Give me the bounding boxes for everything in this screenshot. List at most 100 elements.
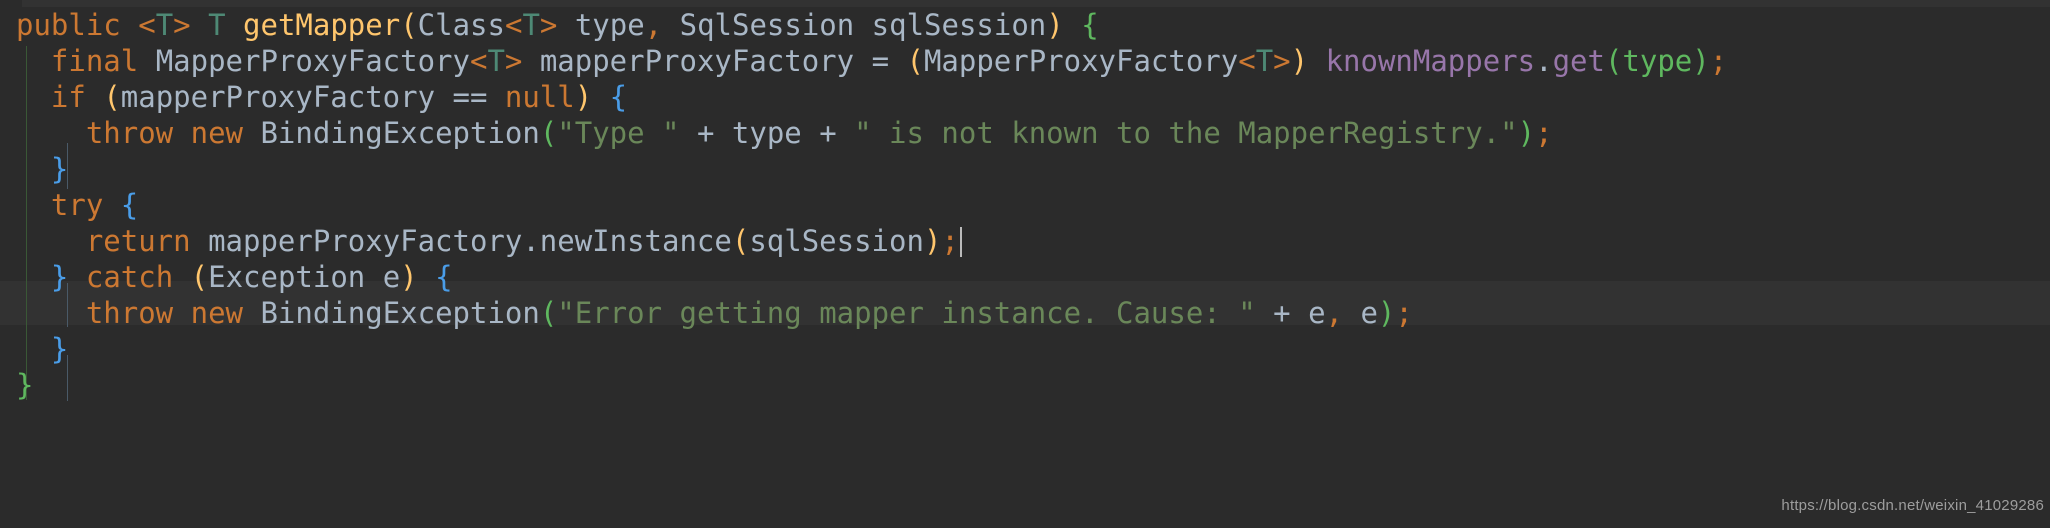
code-token: ( — [539, 296, 558, 330]
code-token: MapperProxyFactory — [138, 44, 470, 78]
code-token: > — [504, 44, 523, 78]
code-token: type — [1622, 44, 1693, 78]
code-token: < — [504, 8, 523, 42]
code-line[interactable]: } — [0, 151, 2050, 187]
code-token: ( — [1604, 44, 1623, 78]
code-token: . — [1535, 44, 1553, 78]
code-line[interactable]: public <T> T getMapper(Class<T> type, Sq… — [0, 7, 2050, 43]
code-line[interactable]: } catch (Exception e) { — [0, 259, 2050, 295]
code-token: { — [435, 260, 453, 294]
code-token: new — [190, 116, 244, 150]
code-token: sqlSession — [749, 224, 924, 258]
code-token: > — [539, 8, 558, 42]
code-token: { — [120, 188, 139, 222]
code-token: } — [50, 332, 69, 366]
code-token: new — [190, 296, 244, 330]
code-line[interactable]: final MapperProxyFactory<T> mapperProxyF… — [0, 43, 2050, 79]
code-token: + type + — [679, 116, 855, 150]
code-token: ) — [574, 80, 593, 114]
code-token: ) — [1290, 44, 1309, 78]
code-token: ( — [400, 8, 418, 42]
code-token: throw — [85, 296, 174, 330]
code-token: throw — [85, 116, 174, 150]
code-token: " is not known to the MapperRegistry." — [854, 116, 1518, 150]
code-token: get — [1552, 44, 1605, 78]
code-token: T — [1255, 44, 1274, 78]
code-token: MapperProxyFactory — [923, 44, 1239, 78]
text-caret — [959, 227, 962, 257]
code-token: "Type " — [557, 116, 680, 150]
code-token: , — [644, 8, 663, 42]
code-token: SqlSession sqlSession — [662, 8, 1047, 42]
code-token: if — [50, 80, 86, 114]
code-line[interactable]: try { — [0, 187, 2050, 223]
code-token: T — [208, 8, 226, 42]
code-line[interactable]: throw new BindingException("Error gettin… — [0, 295, 2050, 331]
code-token: T — [522, 8, 540, 42]
code-token: knownMappers — [1325, 44, 1536, 78]
code-token: final — [50, 44, 139, 78]
code-token: ( — [103, 80, 121, 114]
previous-line-strip — [22, 0, 2050, 7]
code-token: ) — [1692, 44, 1710, 78]
code-token: ) — [1377, 296, 1396, 330]
code-line[interactable]: if (mapperProxyFactory == null) { — [0, 79, 2050, 115]
code-token: ; — [1709, 44, 1728, 78]
code-token: { — [609, 80, 628, 114]
code-token: type — [557, 8, 645, 42]
code-line[interactable]: return mapperProxyFactory.newInstance(sq… — [0, 223, 2050, 259]
code-token: mapperProxyFactory == — [120, 80, 505, 114]
code-token: < — [1238, 44, 1256, 78]
code-token: , — [1325, 296, 1343, 330]
code-token: ) — [400, 260, 418, 294]
code-token: getMapper — [243, 8, 401, 42]
code-token: ; — [941, 224, 959, 258]
code-token: e — [1343, 296, 1378, 330]
watermark: https://blog.csdn.net/weixin_41029286 — [1781, 497, 2044, 514]
code-line[interactable]: } — [0, 367, 2050, 403]
code-token: try — [50, 188, 104, 222]
code-token: ) — [923, 224, 942, 258]
code-token: ) — [1517, 116, 1536, 150]
code-token: ) — [1046, 8, 1064, 42]
code-token: ( — [906, 44, 924, 78]
code-token: T — [155, 8, 174, 42]
code-token: BindingException — [243, 116, 540, 150]
code-token: mapperProxyFactory = — [522, 44, 907, 78]
code-token: T — [487, 44, 505, 78]
code-line[interactable]: } — [0, 331, 2050, 367]
code-token: > — [173, 8, 191, 42]
code-token: } — [50, 260, 69, 294]
code-token: < — [469, 44, 488, 78]
code-line[interactable]: throw new BindingException("Type " + typ… — [0, 115, 2050, 151]
code-token: Class — [417, 8, 505, 42]
code-token: ; — [1395, 296, 1413, 330]
code-token: return — [85, 224, 191, 258]
code-token: BindingException — [243, 296, 540, 330]
code-token: + e — [1255, 296, 1326, 330]
code-token: catch — [85, 260, 174, 294]
code-token: { — [1081, 8, 1099, 42]
code-token: public — [16, 8, 121, 42]
code-lines[interactable]: public <T> T getMapper(Class<T> type, Sq… — [0, 7, 2050, 403]
code-editor[interactable]: public <T> T getMapper(Class<T> type, Sq… — [0, 0, 2050, 528]
